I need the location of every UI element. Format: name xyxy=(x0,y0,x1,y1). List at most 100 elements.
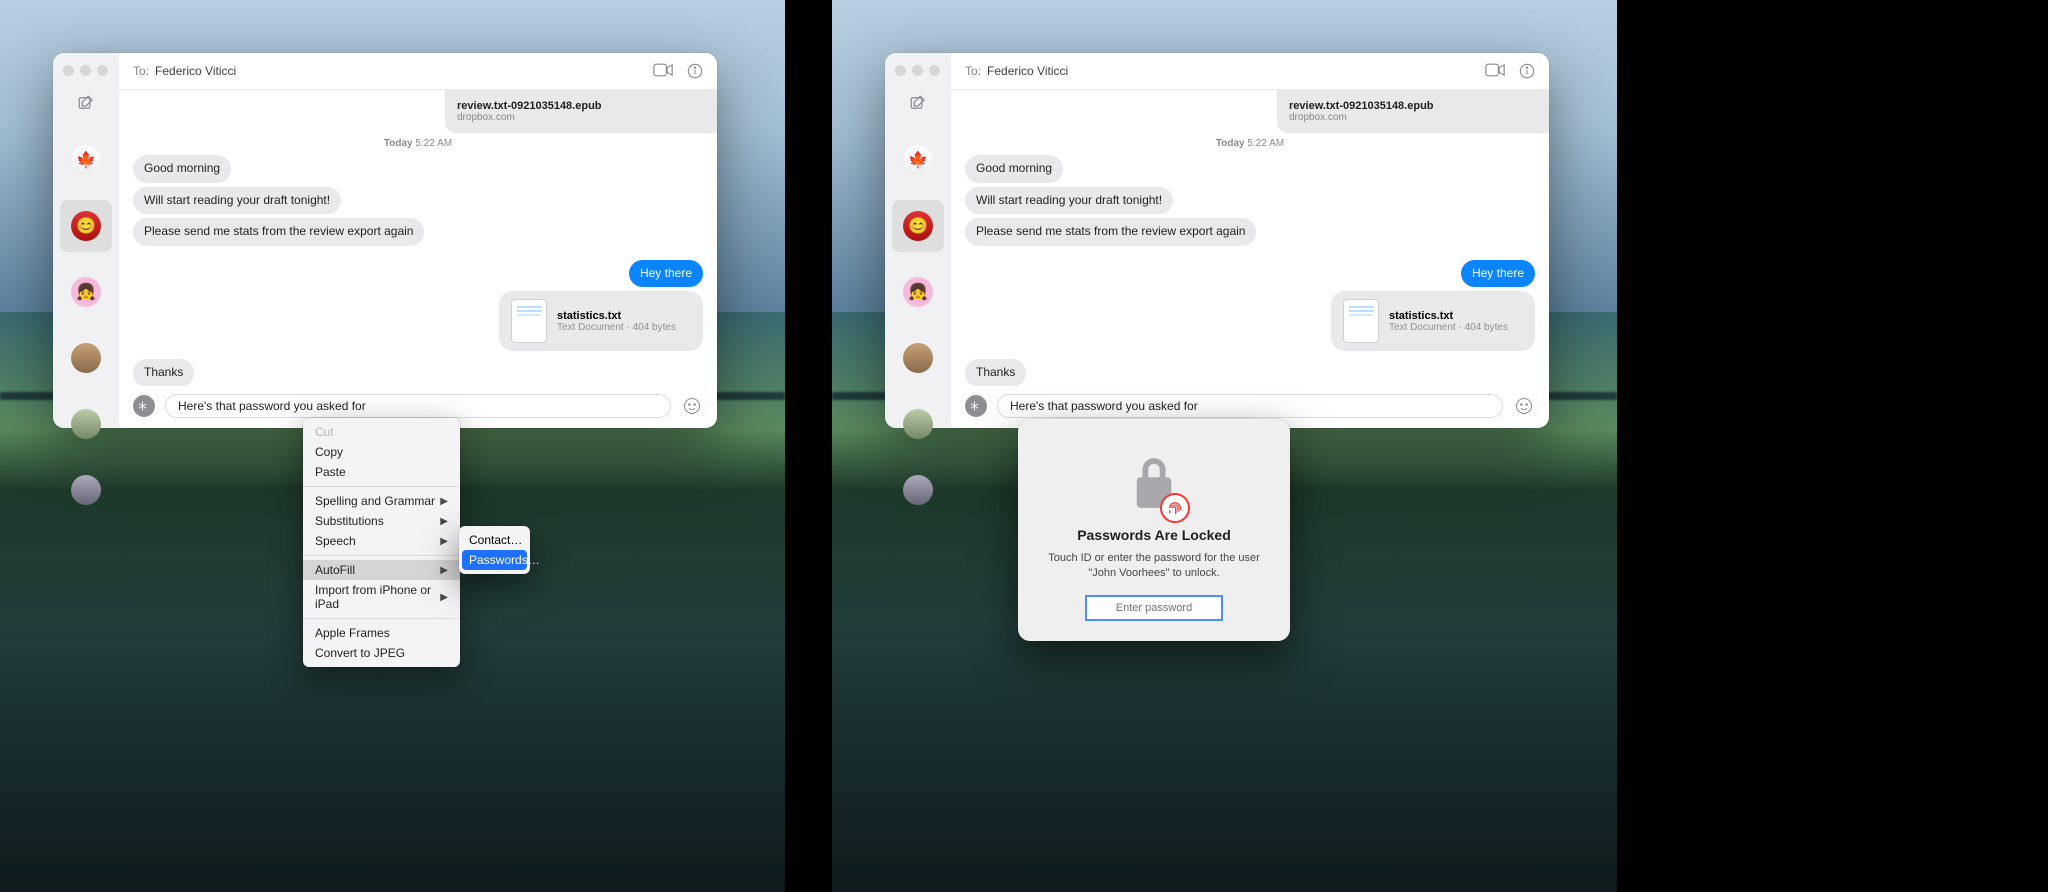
popover-description: Touch ID or enter the password for the u… xyxy=(1040,551,1268,581)
emoji-button[interactable] xyxy=(1513,395,1535,417)
avatar: 😊 xyxy=(903,211,933,241)
apps-button[interactable] xyxy=(133,395,155,417)
apps-button[interactable] xyxy=(965,395,987,417)
zoom-icon[interactable] xyxy=(929,65,940,76)
close-icon[interactable] xyxy=(63,65,74,76)
conversation-avatar[interactable]: 😊 xyxy=(892,200,944,252)
menu-item-spelling[interactable]: Spelling and Grammar▶ xyxy=(303,491,460,511)
chevron-right-icon: ▶ xyxy=(440,592,448,603)
info-icon[interactable] xyxy=(1519,63,1535,79)
conversation-avatar[interactable]: 🍁 xyxy=(892,134,944,186)
menu-item-passwords[interactable]: Passwords… xyxy=(462,550,527,570)
menu-item-convert-jpeg[interactable]: Convert to JPEG xyxy=(303,643,460,663)
conversation-avatar[interactable]: 👧 xyxy=(892,266,944,318)
menu-item-paste[interactable]: Paste xyxy=(303,462,460,482)
menu-item-contact[interactable]: Contact… xyxy=(459,530,530,550)
avatar: 🍁 xyxy=(903,145,933,175)
to-label: To: xyxy=(965,64,981,78)
avatar: 👧 xyxy=(903,277,933,307)
attachment-source: dropbox.com xyxy=(1289,112,1537,123)
conversation-avatar[interactable] xyxy=(892,464,944,516)
menu-item-autofill[interactable]: AutoFill▶ xyxy=(303,560,460,580)
document-icon xyxy=(1343,299,1379,343)
link-attachment[interactable]: review.txt-0921035148.epub dropbox.com xyxy=(1277,90,1549,133)
chevron-right-icon: ▶ xyxy=(440,496,448,507)
minimize-icon[interactable] xyxy=(80,65,91,76)
menu-item-speech[interactable]: Speech▶ xyxy=(303,531,460,551)
conversation-avatar[interactable] xyxy=(892,398,944,450)
menu-item-copy[interactable]: Copy xyxy=(303,442,460,462)
file-meta: Text Document · 404 bytes xyxy=(1389,322,1508,333)
facetime-video-icon[interactable] xyxy=(1485,63,1505,79)
message-bubble[interactable]: Please send me stats from the review exp… xyxy=(133,218,424,246)
touch-id-icon xyxy=(1160,493,1190,523)
context-menu: Cut Copy Paste Spelling and Grammar▶ Sub… xyxy=(303,418,460,667)
conversation-avatar[interactable]: 🍁 xyxy=(60,134,112,186)
window-controls[interactable] xyxy=(63,65,108,76)
to-label: To: xyxy=(133,64,149,78)
chevron-right-icon: ▶ xyxy=(440,536,448,547)
popover-title: Passwords Are Locked xyxy=(1040,527,1268,543)
conversation-avatar[interactable]: 👧 xyxy=(60,266,112,318)
message-bubble[interactable]: Will start reading your draft tonight! xyxy=(133,187,341,215)
emoji-button[interactable] xyxy=(681,395,703,417)
timestamp: Today 5:22 AM xyxy=(133,138,703,149)
message-input[interactable]: Here's that password you asked for xyxy=(165,394,671,418)
message-bubble[interactable]: Good morning xyxy=(965,155,1063,183)
password-input[interactable] xyxy=(1085,595,1223,621)
conversation-avatar[interactable] xyxy=(60,464,112,516)
message-bubble[interactable]: Please send me stats from the review exp… xyxy=(965,218,1256,246)
message-input[interactable]: Here's that password you asked for xyxy=(997,394,1503,418)
menu-item-import[interactable]: Import from iPhone or iPad▶ xyxy=(303,580,460,614)
message-bubble[interactable]: Will start reading your draft tonight! xyxy=(965,187,1173,215)
passwords-locked-popover: Passwords Are Locked Touch ID or enter t… xyxy=(1018,419,1290,641)
messages-window: 🍁 😊 👧 To: Federico Viticci xyxy=(53,53,717,428)
compose-button[interactable] xyxy=(906,94,930,112)
avatar xyxy=(903,409,933,439)
info-icon[interactable] xyxy=(687,63,703,79)
file-meta: Text Document · 404 bytes xyxy=(557,322,676,333)
facetime-video-icon[interactable] xyxy=(653,63,673,79)
attachment-title: review.txt-0921035148.epub xyxy=(457,100,705,112)
document-icon xyxy=(511,299,547,343)
avatar xyxy=(903,343,933,373)
message-bubble[interactable]: Thanks xyxy=(965,359,1026,386)
recipient-name[interactable]: Federico Viticci xyxy=(155,64,236,78)
avatar: 👧 xyxy=(71,277,101,307)
file-attachment[interactable]: statistics.txt Text Document · 404 bytes xyxy=(499,291,703,351)
chevron-right-icon: ▶ xyxy=(440,565,448,576)
conversation-avatar[interactable]: 😊 xyxy=(60,200,112,252)
message-bubble[interactable]: Hey there xyxy=(629,260,703,288)
attachment-title: review.txt-0921035148.epub xyxy=(1289,100,1537,112)
conversation-sidebar: 🍁 😊 👧 xyxy=(885,53,951,428)
chevron-right-icon: ▶ xyxy=(440,516,448,527)
link-attachment[interactable]: review.txt-0921035148.epub dropbox.com xyxy=(445,90,717,133)
conversation-header: To: Federico Viticci xyxy=(119,53,717,90)
avatar xyxy=(903,475,933,505)
compose-button[interactable] xyxy=(74,94,98,112)
autofill-submenu: Contact… Passwords… xyxy=(459,526,530,574)
message-bubble[interactable]: Hey there xyxy=(1461,260,1535,288)
message-bubble[interactable]: Thanks xyxy=(133,359,194,386)
avatar xyxy=(71,343,101,373)
file-name: statistics.txt xyxy=(1389,310,1508,322)
conversation-avatar[interactable] xyxy=(892,332,944,384)
conversation-avatar[interactable] xyxy=(60,398,112,450)
conversation-avatar[interactable] xyxy=(60,332,112,384)
timestamp: Today 5:22 AM xyxy=(965,138,1535,149)
window-controls[interactable] xyxy=(895,65,940,76)
menu-item-substitutions[interactable]: Substitutions▶ xyxy=(303,511,460,531)
conversation-header: To: Federico Viticci xyxy=(951,53,1549,90)
minimize-icon[interactable] xyxy=(912,65,923,76)
recipient-name[interactable]: Federico Viticci xyxy=(987,64,1068,78)
zoom-icon[interactable] xyxy=(97,65,108,76)
avatar xyxy=(71,475,101,505)
avatar: 😊 xyxy=(71,211,101,241)
file-attachment[interactable]: statistics.txt Text Document · 404 bytes xyxy=(1331,291,1535,351)
menu-item-cut: Cut xyxy=(303,422,460,442)
message-bubble[interactable]: Good morning xyxy=(133,155,231,183)
conversation-sidebar: 🍁 😊 👧 xyxy=(53,53,119,428)
close-icon[interactable] xyxy=(895,65,906,76)
avatar: 🍁 xyxy=(71,145,101,175)
menu-item-apple-frames[interactable]: Apple Frames xyxy=(303,623,460,643)
